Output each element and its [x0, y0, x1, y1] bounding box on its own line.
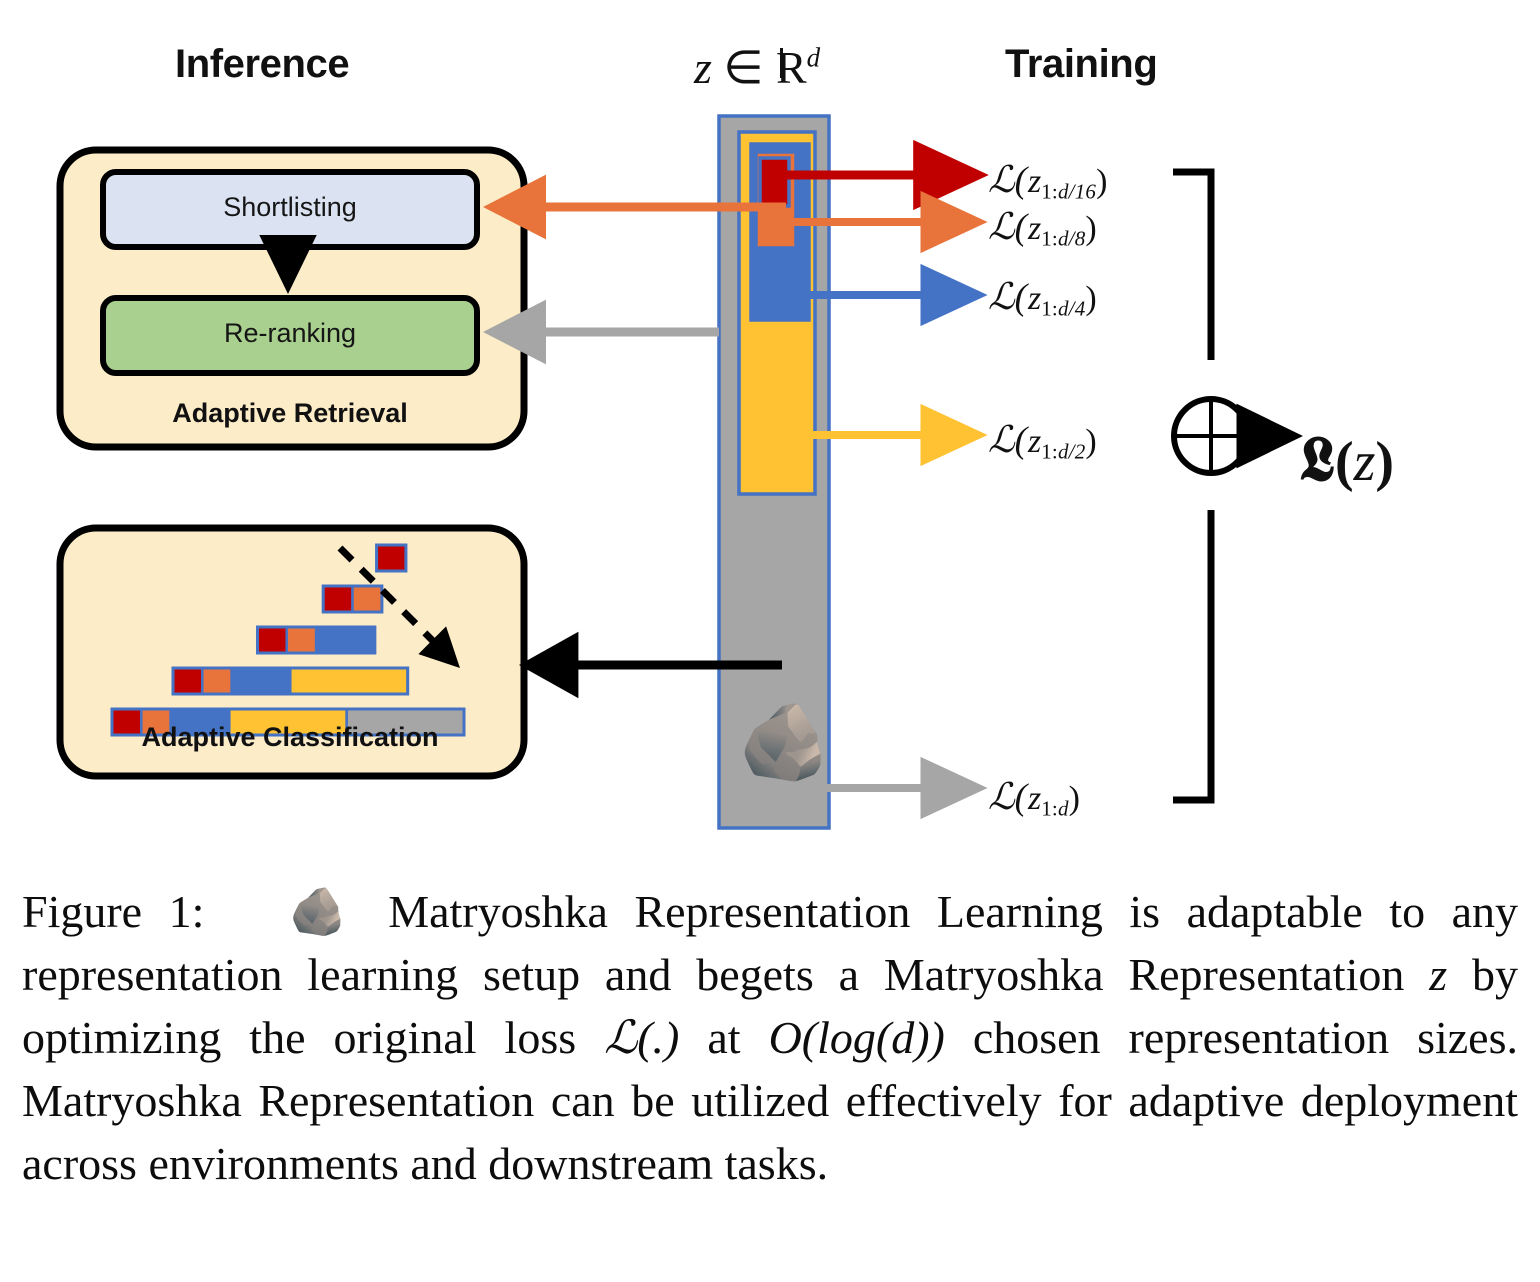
caption-doll-icon: 🪨	[274, 886, 362, 937]
figure-1-matryoshka: Inference Training z ∈ Rd Shortlisting R…	[0, 0, 1540, 1282]
bar-segment	[285, 625, 318, 655]
level-d16-rect	[758, 156, 791, 208]
adaptive-classification-caption: Adaptive Classification	[141, 722, 439, 752]
loss-label-d4: ℒ(z1:d/4)	[988, 277, 1097, 321]
bar-segment	[171, 666, 204, 696]
caption-label: Figure 1:	[22, 886, 205, 937]
loss-aggregation-bracket	[1171, 168, 1303, 804]
bracket-top	[1173, 168, 1215, 360]
total-loss-label: 𝕷(z)	[1300, 426, 1395, 494]
caption-text-3: at	[679, 1012, 769, 1064]
caption-math-z: z	[1429, 949, 1448, 1001]
caption-math-loss: ℒ(.)	[604, 1012, 680, 1064]
shortlisting-label: Shortlisting	[223, 192, 357, 222]
bracket-bottom	[1173, 510, 1215, 804]
reranking-label: Re-ranking	[223, 318, 357, 348]
bar-segment	[321, 584, 354, 614]
classification-bar	[321, 584, 384, 614]
classification-bar	[256, 625, 377, 655]
bar-segment	[289, 666, 409, 696]
caption-math-order: O(log(d))	[768, 1012, 945, 1064]
loss-label-d16: ℒ(z1:d/16)	[988, 160, 1108, 204]
bar-segment	[375, 543, 408, 573]
matryoshka-doll-icon: 🪨	[738, 700, 831, 783]
loss-label-d8: ℒ(z1:d/8)	[988, 207, 1097, 251]
bar-segment	[314, 625, 377, 655]
bar-segment	[351, 584, 384, 614]
bar-segment	[201, 666, 233, 696]
classification-bar	[171, 666, 410, 696]
loss-label-d: ℒ(z1:d)	[988, 777, 1080, 821]
classification-bar	[375, 543, 408, 573]
bar-segment	[230, 666, 292, 696]
caption-text-1: Matryoshka Representation Learning is ad…	[22, 886, 1519, 1001]
adaptive-retrieval-caption: Adaptive Retrieval	[172, 398, 408, 428]
figure-caption: Figure 1: 🪨 Matryoshka Representation Lea…	[22, 880, 1518, 1195]
loss-label-d2: ℒ(z1:d/2)	[988, 420, 1097, 464]
bar-segment	[256, 625, 289, 655]
